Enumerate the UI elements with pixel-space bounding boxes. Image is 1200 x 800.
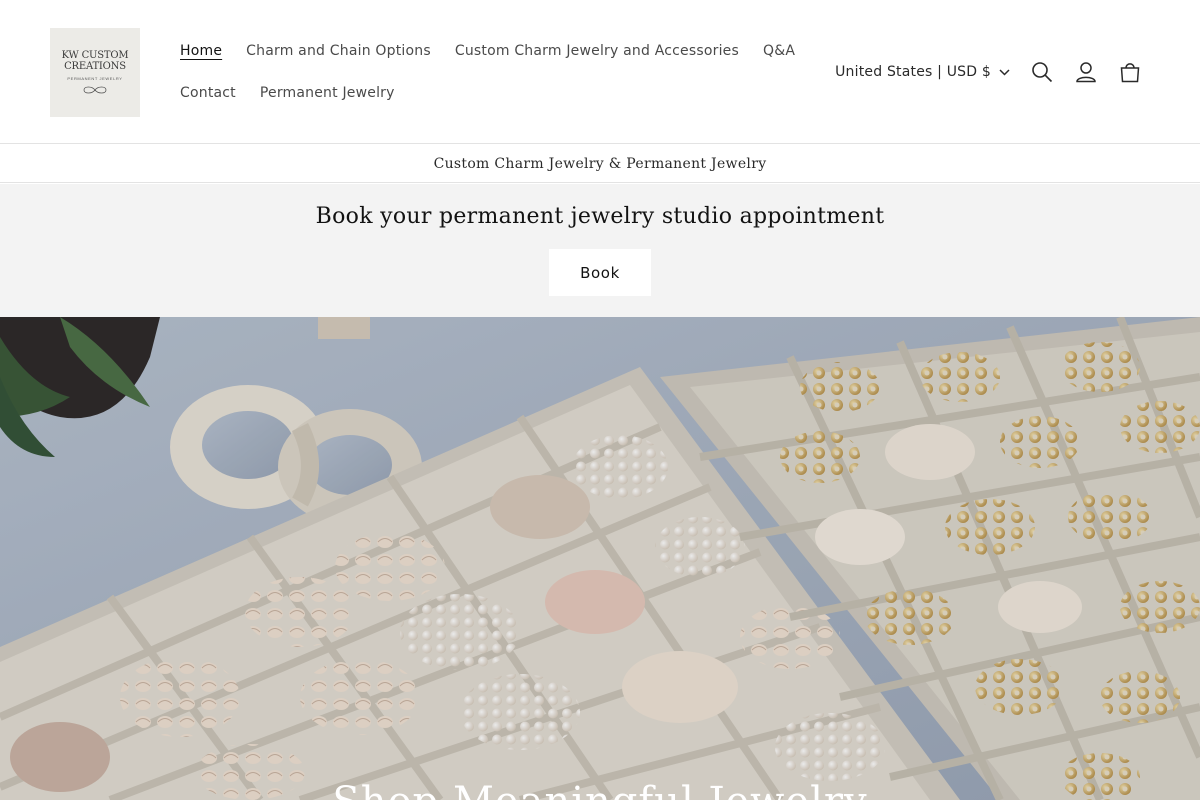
- cart-icon: [1120, 63, 1140, 83]
- nav-link-custom-charm-jewelry[interactable]: Custom Charm Jewelry and Accessories: [443, 43, 751, 59]
- announcement-bar: Custom Charm Jewelry & Permanent Jewelry: [0, 145, 1200, 183]
- site-header: KW CUSTOM CREATIONS PERMANENT JEWELRY Ho…: [0, 0, 1200, 144]
- logo-knot-icon: [83, 86, 107, 93]
- search-button[interactable]: [1020, 50, 1064, 94]
- cart-button[interactable]: [1108, 50, 1152, 94]
- header-actions: United States | USD $: [835, 50, 1152, 94]
- nav-row-1: Home Charm and Chain Options Custom Char…: [168, 30, 795, 72]
- logo-subtext: PERMANENT JEWELRY: [67, 75, 123, 81]
- nav-link-charm-chain-options[interactable]: Charm and Chain Options: [234, 43, 443, 59]
- account-button[interactable]: [1064, 50, 1108, 94]
- hero-banner: Shop Meaningful Jewelry: [0, 317, 1200, 800]
- chevron-down-icon: [999, 68, 1010, 76]
- nav-row-2: Contact Permanent Jewelry: [168, 72, 768, 114]
- booking-title: Book your permanent jewelry studio appoi…: [315, 204, 885, 229]
- nav-link-home[interactable]: Home: [168, 43, 234, 59]
- account-icon: [1076, 62, 1096, 83]
- hero-jewelry-trays-image: [0, 317, 1200, 800]
- book-button[interactable]: Book: [549, 249, 651, 296]
- brand-logo[interactable]: KW CUSTOM CREATIONS PERMANENT JEWELRY: [50, 28, 140, 117]
- hero-heading: Shop Meaningful Jewelry: [0, 779, 1200, 800]
- main-navigation: Home Charm and Chain Options Custom Char…: [168, 30, 795, 114]
- nav-link-permanent-jewelry[interactable]: Permanent Jewelry: [248, 85, 407, 101]
- booking-banner: Book your permanent jewelry studio appoi…: [0, 184, 1200, 317]
- logo-text-line1: KW CUSTOM: [61, 49, 129, 61]
- search-icon: [1032, 62, 1053, 83]
- nav-link-qa[interactable]: Q&A: [751, 43, 807, 59]
- country-currency-selector[interactable]: United States | USD $: [835, 64, 1010, 80]
- logo-text-line2: CREATIONS: [64, 60, 126, 72]
- nav-link-contact[interactable]: Contact: [168, 85, 248, 101]
- announcement-text: Custom Charm Jewelry & Permanent Jewelry: [433, 155, 767, 172]
- country-currency-label: United States | USD $: [835, 64, 991, 80]
